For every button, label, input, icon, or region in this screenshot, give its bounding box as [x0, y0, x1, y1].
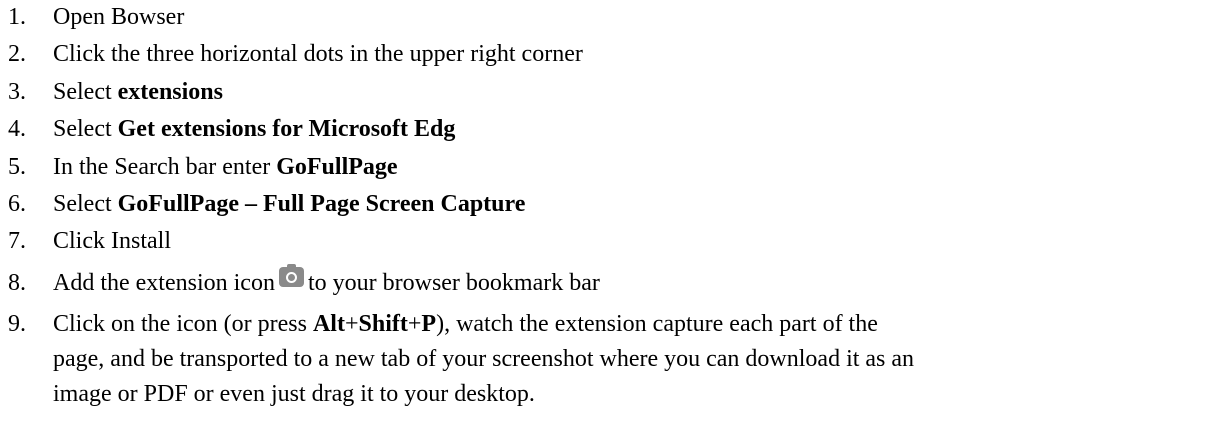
step-3: 3. Select extensions	[8, 79, 1205, 106]
step-number: 8.	[8, 270, 26, 296]
step-line-2: page, and be transported to a new tab of…	[53, 346, 915, 372]
step-number: 7.	[8, 228, 26, 254]
step-text: Open Bowser	[53, 4, 185, 30]
step-7: 7. Click Install	[8, 228, 1205, 255]
step-1: 1. Open Bowser	[8, 4, 1205, 31]
step-number: 1.	[8, 4, 26, 30]
step-bold-text: GoFullPage – Full Page Screen Capture	[117, 191, 526, 217]
step-number: 2.	[8, 41, 26, 67]
step-number: 6.	[8, 191, 26, 217]
shortcut-key-p: P	[421, 311, 437, 337]
step-line-1: 9. Click on the icon (or press Alt+Shift+…	[8, 311, 1205, 346]
instructions-document: 1. Open Bowser 2. Click the three horizont…	[0, 0, 1215, 445]
step-number: 5.	[8, 154, 26, 180]
step-8: 8. Add the extension icon to your browser …	[8, 264, 1205, 297]
step-text-after-icon: to your browser bookmark bar	[307, 270, 600, 296]
step-bold-text: GoFullPage	[276, 154, 398, 180]
step-text: Click on the icon (or press	[53, 311, 313, 337]
step-number: 4.	[8, 116, 26, 142]
shortcut-key-shift: Shift	[358, 311, 408, 337]
step-bold-text: Get extensions for Microsoft Edg	[117, 116, 456, 142]
step-6: 6. Select GoFullPage – Full Page Screen C…	[8, 191, 1205, 218]
step-text-continued: ), watch the extension capture each part…	[436, 311, 878, 337]
shortcut-plus: +	[407, 311, 422, 337]
shortcut-key-alt: Alt	[312, 311, 345, 337]
camera-icon	[278, 264, 304, 287]
shortcut-plus: +	[344, 311, 359, 337]
step-bold-text: extensions	[117, 79, 223, 105]
step-text: In the Search bar enter	[53, 154, 277, 180]
step-2: 2. Click the three horizontal dots in the…	[8, 41, 1205, 68]
step-5: 5. In the Search bar enter GoFullPage	[8, 154, 1205, 181]
step-number: 3.	[8, 79, 26, 105]
step-4: 4. Select Get extensions for Microsoft Ed…	[8, 116, 1205, 143]
step-number: 9.	[8, 311, 26, 337]
step-text: Select	[53, 191, 118, 217]
step-text: Click Install	[53, 228, 171, 254]
step-text: Select	[53, 79, 118, 105]
step-text: Add the extension icon	[53, 270, 275, 296]
step-9: 9. Click on the icon (or press Alt+Shift+…	[8, 311, 1205, 416]
step-text: Click the three horizontal dots in the u…	[53, 41, 583, 67]
step-text: Select	[53, 116, 118, 142]
step-line-3: image or PDF or even just drag it to you…	[53, 381, 535, 407]
